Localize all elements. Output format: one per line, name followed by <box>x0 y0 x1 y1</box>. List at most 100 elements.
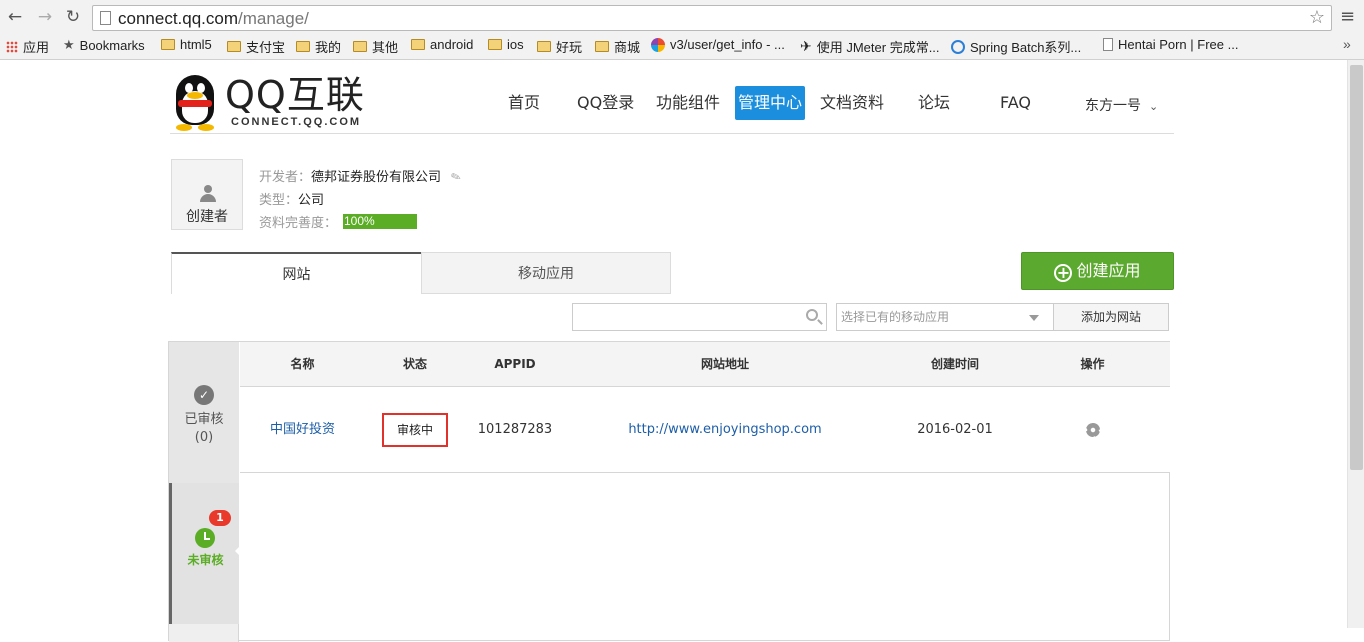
site-favicon-icon <box>651 37 665 52</box>
folder-icon <box>296 41 310 52</box>
logo-text: QQ互联 <box>225 73 365 117</box>
bookmark-link[interactable]: v3/user/get_info - ... <box>651 37 785 52</box>
user-menu[interactable]: 东方一号 ⌄ <box>1085 95 1158 115</box>
plus-circle-icon: + <box>1054 264 1073 282</box>
nav-docs[interactable]: 文档资料 <box>820 86 884 120</box>
type-value: 公司 <box>298 193 325 208</box>
folder-icon <box>488 39 502 50</box>
status-badge: 审核中 <box>382 412 448 447</box>
tab-website[interactable]: 网站 <box>171 252 422 294</box>
spring-favicon-icon <box>951 39 965 54</box>
type-key: 类型： <box>259 193 299 208</box>
nav-manage-center[interactable]: 管理中心 <box>735 86 806 120</box>
type-info: 类型：公司 <box>259 189 324 208</box>
address-bar[interactable]: connect.qq.com/manage/ ☆ <box>92 5 1332 31</box>
nav-qq-login[interactable]: QQ登录 <box>577 86 634 120</box>
bookmark-folder[interactable]: ios <box>488 37 524 52</box>
pending-label: 未审核 <box>187 553 224 567</box>
nav-components[interactable]: 功能组件 <box>656 86 720 120</box>
folder-icon <box>537 41 551 52</box>
bookmark-folder[interactable]: 商城 <box>595 37 640 56</box>
vertical-scrollbar[interactable] <box>1347 60 1364 628</box>
apps-grid-icon <box>6 40 18 53</box>
table-header: 名称 状态 APPID 网站地址 创建时间 操作 <box>240 342 1170 387</box>
created-date-cell: 2016-02-01 <box>917 422 993 437</box>
site-url-link[interactable]: http://www.enjoyingshop.com <box>565 387 885 473</box>
col-name: 名称 <box>290 357 315 371</box>
qq-connect-logo[interactable]: QQ互联 CONNECT.QQ.COM <box>170 73 370 131</box>
nav-forum[interactable]: 论坛 <box>918 86 950 120</box>
scrollbar-thumb[interactable] <box>1350 65 1363 470</box>
page-icon <box>100 11 111 25</box>
folder-icon <box>161 39 175 50</box>
pencil-edit-icon[interactable]: ✎ <box>449 169 463 186</box>
table-row: 中国好投资 审核中 101287283 http://www.enjoyings… <box>240 387 1170 473</box>
browser-menu-icon[interactable]: ≡ <box>1340 6 1358 27</box>
bookmark-folder[interactable]: html5 <box>161 37 212 52</box>
app-name-link[interactable]: 中国好投资 <box>240 387 365 473</box>
appid-cell: 101287283 <box>477 422 553 437</box>
nav-home[interactable]: 首页 <box>508 86 540 120</box>
bookmark-folder[interactable]: 其他 <box>353 37 398 56</box>
col-status: 状态 <box>402 357 427 371</box>
qq-penguin-icon <box>170 75 220 131</box>
clock-icon <box>195 528 215 548</box>
completeness-key: 资料完善度： <box>259 216 338 231</box>
bookmark-folder[interactable]: 好玩 <box>537 37 582 56</box>
sidebar-item-reviewed[interactable]: ✓ 已审核 (0) <box>169 342 239 483</box>
bookmark-folder[interactable]: 我的 <box>296 37 341 56</box>
bookmarks-bar: 应用 ★ Bookmarks html5 支付宝 我的 其他 android io… <box>0 34 1364 56</box>
logo-subtitle: CONNECT.QQ.COM <box>231 116 362 128</box>
pending-count-badge: 1 <box>209 510 231 526</box>
folder-icon <box>353 41 367 52</box>
bookmark-link[interactable]: Spring Batch系列... <box>951 37 1081 56</box>
completeness-info: 资料完善度： <box>259 212 337 231</box>
reload-icon[interactable]: ↻ <box>62 6 84 28</box>
bookmarks-overflow-icon[interactable]: » <box>1343 36 1351 52</box>
dropdown-arrow-icon <box>1029 315 1039 321</box>
completeness-progress-bar: 100% <box>343 214 417 229</box>
app-list: ✓ 已审核 (0) 1 未审核 名称 状态 APPID 网站地址 创建时间 操作… <box>168 341 1170 642</box>
star-icon: ★ <box>63 37 75 52</box>
back-icon[interactable]: ← <box>4 6 26 28</box>
folder-icon <box>227 41 241 52</box>
search-icon[interactable] <box>806 309 818 321</box>
bird-favicon-icon: ✈ <box>800 38 812 54</box>
page-icon <box>1103 38 1113 51</box>
add-as-website-button[interactable]: 添加为网站 <box>1053 303 1169 331</box>
active-pointer <box>235 543 243 559</box>
bookmark-folder[interactable]: android <box>411 37 473 52</box>
bookmark-bookmarks[interactable]: ★ Bookmarks <box>63 37 145 53</box>
header-divider <box>170 133 1174 134</box>
bookmark-folder[interactable]: 支付宝 <box>227 37 285 56</box>
create-app-button[interactable]: + 创建应用 <box>1021 252 1174 290</box>
folder-icon <box>411 39 425 50</box>
developer-name: 德邦证券股份有限公司 <box>311 170 442 185</box>
col-site-url: 网站地址 <box>700 357 749 371</box>
address-url[interactable]: connect.qq.com/manage/ <box>118 9 309 29</box>
reviewed-label: 已审核 <box>184 412 224 427</box>
completeness-progress-fill: 100% <box>343 214 417 229</box>
chevron-down-icon: ⌄ <box>1149 100 1159 113</box>
bookmark-apps[interactable]: 应用 <box>6 37 49 56</box>
forward-icon[interactable]: → <box>34 6 56 28</box>
person-icon <box>200 185 216 203</box>
gear-icon[interactable] <box>1085 422 1100 437</box>
tab-mobile-app[interactable]: 移动应用 <box>421 252 671 294</box>
search-input[interactable] <box>572 303 827 331</box>
reviewed-count: (0) <box>194 430 214 445</box>
bookmark-star-icon[interactable]: ☆ <box>1309 7 1325 28</box>
bookmark-link[interactable]: ✈ 使用 JMeter 完成常... <box>800 37 940 56</box>
sidebar-item-pending[interactable]: 1 未审核 <box>169 483 243 624</box>
nav-faq[interactable]: FAQ <box>1000 86 1031 120</box>
creator-label: 创建者 <box>186 209 228 225</box>
actions-cell <box>1025 387 1160 473</box>
folder-icon <box>595 41 609 52</box>
col-appid: APPID <box>494 357 536 371</box>
col-created: 创建时间 <box>930 357 979 371</box>
bookmark-link[interactable]: Hentai Porn | Free ... <box>1103 37 1238 52</box>
review-status-sidebar: ✓ 已审核 (0) 1 未审核 <box>169 342 243 642</box>
developer-key: 开发者： <box>259 170 312 185</box>
developer-info: 开发者：德邦证券股份有限公司 ✎ <box>259 166 463 186</box>
mobile-app-select[interactable]: 选择已有的移动应用 <box>836 303 1054 331</box>
